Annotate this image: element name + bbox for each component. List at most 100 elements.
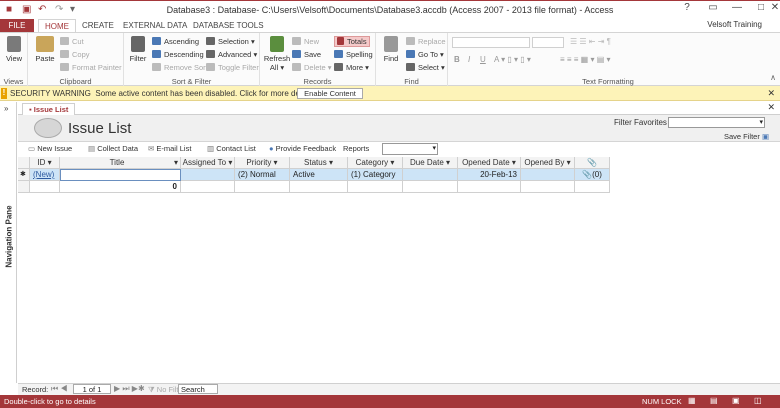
column-header-category[interactable]: Category ▾: [348, 157, 403, 169]
column-header-status[interactable]: Status ▾: [290, 157, 348, 169]
cell-opened-date[interactable]: 20-Feb-13: [458, 169, 521, 181]
total-cell-id[interactable]: [30, 181, 60, 193]
column-header-attachments[interactable]: 📎: [575, 157, 610, 169]
total-cell[interactable]: [575, 181, 610, 193]
find-button[interactable]: Find: [379, 36, 403, 63]
column-header-opened-date[interactable]: Opened Date ▾: [458, 157, 521, 169]
row-selector-header[interactable]: [18, 157, 30, 169]
selection-button[interactable]: Selection ▾: [206, 37, 255, 46]
goto-button[interactable]: Go To ▾: [406, 50, 444, 59]
doc-tab-issue-list[interactable]: ▪ Issue List: [22, 103, 76, 115]
collect-data-icon: ▤: [88, 144, 96, 153]
layout-view-icon[interactable]: ▣: [732, 396, 740, 405]
next-record-icon[interactable]: ▶ ⏭ ▶✱: [114, 384, 145, 394]
design-view-icon[interactable]: ◫: [754, 396, 762, 405]
email-list-button[interactable]: ✉ E-mail List: [148, 144, 191, 153]
tab-database-tools[interactable]: DATABASE TOOLS: [187, 19, 270, 32]
refresh-all-button[interactable]: Refresh All ▾: [263, 36, 291, 72]
tab-file[interactable]: FILE: [0, 19, 34, 32]
total-cell[interactable]: [403, 181, 458, 193]
total-cell[interactable]: [235, 181, 290, 193]
total-cell[interactable]: [181, 181, 235, 193]
copy-button[interactable]: Copy: [60, 50, 90, 59]
italic-button[interactable]: I: [468, 55, 470, 64]
security-warning-message[interactable]: Some active content has been disabled. C…: [95, 89, 316, 98]
navigation-pane-label[interactable]: Navigation Pane: [5, 192, 14, 282]
total-cell[interactable]: [290, 181, 348, 193]
totals-button[interactable]: Totals: [334, 36, 370, 47]
collapse-ribbon-icon[interactable]: ∧: [770, 73, 776, 82]
format-painter-button[interactable]: Format Painter: [60, 63, 122, 72]
minimize-button[interactable]: —: [724, 2, 750, 17]
cell-status[interactable]: Active: [290, 169, 348, 181]
advanced-button[interactable]: Advanced ▾: [206, 50, 257, 59]
column-header-assigned-to[interactable]: Assigned To ▾: [181, 157, 235, 169]
more-button[interactable]: More ▾: [334, 63, 369, 72]
save-record-button[interactable]: Save: [292, 50, 321, 59]
cell-category[interactable]: (1) Category: [348, 169, 403, 181]
font-size-select[interactable]: [532, 37, 564, 48]
record-position-input[interactable]: 1 of 1: [73, 384, 111, 394]
font-color-button[interactable]: A ▾ ▯ ▾ ▯ ▾: [494, 55, 531, 64]
user-name[interactable]: Velsoft Training: [707, 20, 762, 29]
total-cell[interactable]: [348, 181, 403, 193]
filter-favorites-select[interactable]: ▾: [668, 117, 765, 128]
close-warning-icon[interactable]: ✕: [767, 88, 775, 99]
toggle-filter-button[interactable]: Toggle Filter: [206, 63, 259, 72]
tab-home[interactable]: HOME: [38, 19, 76, 32]
close-button[interactable]: ✕: [762, 2, 780, 17]
delete-record-button[interactable]: Delete ▾: [292, 63, 332, 72]
descending-button[interactable]: Descending: [152, 50, 204, 59]
new-issue-button[interactable]: ▭ New Issue: [28, 144, 72, 153]
remove-sort-button[interactable]: Remove Sort: [152, 63, 208, 72]
reports-select[interactable]: ▾: [382, 143, 438, 155]
cell-id[interactable]: (New): [30, 169, 60, 181]
select-button[interactable]: Select ▾: [406, 63, 445, 72]
cell-priority[interactable]: (2) Normal: [235, 169, 290, 181]
column-header-due-date[interactable]: Due Date ▾: [403, 157, 458, 169]
cell-assigned-to[interactable]: [181, 169, 235, 181]
cell-title[interactable]: [60, 169, 181, 181]
bold-button[interactable]: B: [454, 55, 460, 64]
alignment-buttons[interactable]: ≡ ≡ ≡ ▦ ▾ ▤ ▾: [560, 55, 611, 64]
ascending-button[interactable]: Ascending: [152, 37, 199, 46]
total-cell[interactable]: [458, 181, 521, 193]
form-view-icon[interactable]: ▦: [688, 396, 696, 405]
tab-create[interactable]: CREATE: [76, 19, 120, 32]
column-header-opened-by[interactable]: Opened By ▾: [521, 157, 575, 169]
enable-content-button[interactable]: Enable Content: [297, 88, 363, 99]
security-warning-bar: ! SECURITY WARNING Some active content h…: [0, 86, 780, 101]
column-header-title[interactable]: Title ▾: [60, 157, 181, 169]
expand-nav-icon[interactable]: »: [4, 104, 8, 113]
ribbon-display-icon[interactable]: ▭: [700, 2, 726, 17]
font-name-select[interactable]: [452, 37, 530, 48]
first-record-icon[interactable]: ⏮ ◀: [51, 384, 68, 394]
close-document-icon[interactable]: ✕: [767, 102, 775, 113]
collect-data-button[interactable]: ▤ Collect Data: [88, 144, 138, 153]
help-icon[interactable]: ?: [674, 2, 700, 17]
new-record-button[interactable]: New: [292, 37, 319, 46]
contact-list-button[interactable]: ▥ Contact List: [207, 144, 256, 153]
paste-button[interactable]: Paste: [32, 36, 58, 63]
new-record-indicator-icon[interactable]: ✱: [18, 169, 30, 181]
column-header-priority[interactable]: Priority ▾: [235, 157, 290, 169]
underline-button[interactable]: U: [480, 55, 486, 64]
column-header-id[interactable]: ID ▾: [30, 157, 60, 169]
replace-button[interactable]: Replace: [406, 37, 446, 46]
navigation-pane[interactable]: » Navigation Pane: [0, 102, 17, 383]
save-filter-button[interactable]: Save Filter ▣: [724, 132, 769, 141]
cell-opened-by[interactable]: [521, 169, 575, 181]
cut-button[interactable]: Cut: [60, 37, 84, 46]
tab-external-data[interactable]: EXTERNAL DATA: [117, 19, 193, 32]
view-button[interactable]: View: [3, 36, 25, 63]
cell-due-date[interactable]: [403, 169, 458, 181]
spelling-button[interactable]: Spelling: [334, 50, 373, 59]
provide-feedback-button[interactable]: ● Provide Feedback: [269, 144, 336, 153]
datasheet-view-icon[interactable]: ▤: [710, 396, 718, 405]
search-input[interactable]: Search: [178, 384, 218, 394]
filter-button[interactable]: Filter: [126, 36, 150, 63]
cell-attachments[interactable]: 📎(0): [575, 169, 610, 181]
total-cell-title[interactable]: 0: [60, 181, 181, 193]
list-buttons[interactable]: ☰ ☰ ⇤ ⇥ ¶: [570, 37, 640, 48]
total-cell[interactable]: [521, 181, 575, 193]
